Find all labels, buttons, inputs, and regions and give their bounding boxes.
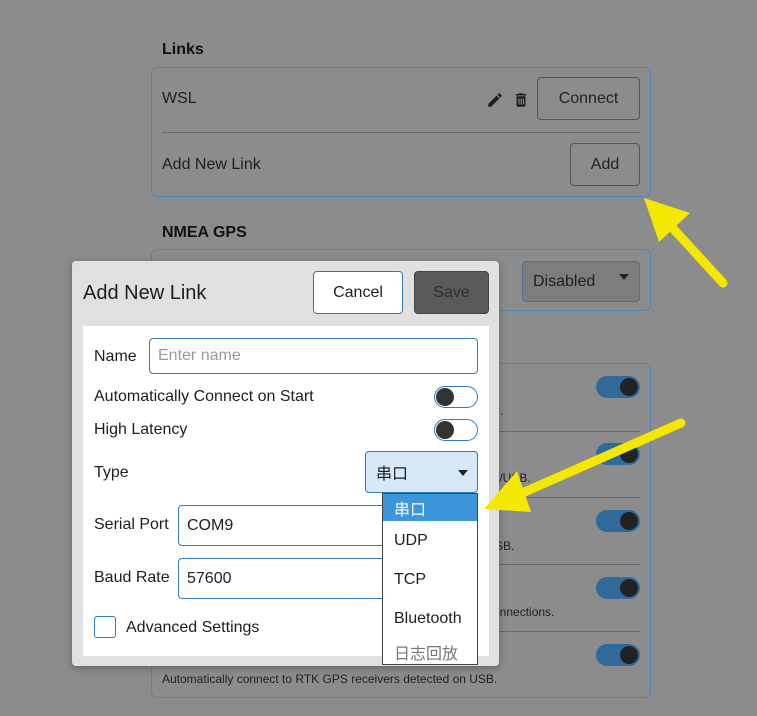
arrow-icon bbox=[484, 418, 686, 512]
arrow-icon bbox=[644, 198, 728, 288]
annotation-arrows bbox=[484, 198, 728, 512]
